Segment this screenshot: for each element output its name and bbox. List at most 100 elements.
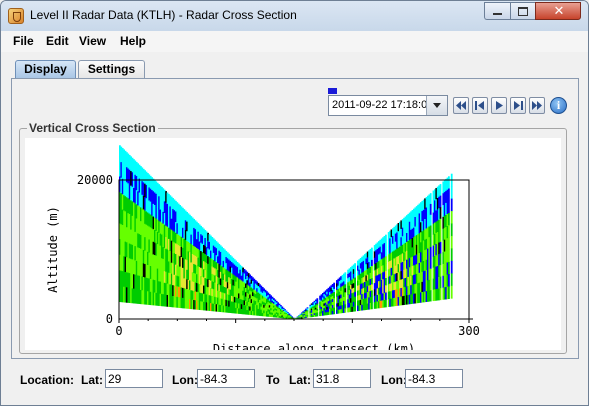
maximize-button[interactable] bbox=[510, 2, 535, 20]
close-icon: ✕ bbox=[553, 4, 565, 19]
echo-cell bbox=[371, 272, 373, 279]
menu-view[interactable]: View bbox=[79, 34, 106, 48]
echo-cell bbox=[385, 234, 387, 243]
play-button[interactable] bbox=[491, 97, 507, 114]
echo-cell bbox=[344, 276, 347, 281]
echo-cell bbox=[354, 291, 356, 298]
echo-cell bbox=[429, 257, 432, 270]
echo-cell bbox=[371, 302, 373, 310]
echo-cell bbox=[448, 274, 450, 287]
echo-cell bbox=[448, 225, 450, 238]
menu-bar: File Edit View Help bbox=[1, 31, 588, 52]
location-row: Location: Lat: Lon: To Lat: Lon: bbox=[1, 367, 588, 391]
time-position-marker[interactable] bbox=[328, 88, 337, 94]
echo-cell bbox=[439, 253, 442, 266]
echo-cell bbox=[344, 292, 347, 297]
step-back-button[interactable] bbox=[472, 97, 488, 114]
echo-cell bbox=[344, 288, 347, 293]
echo-cell bbox=[439, 195, 442, 208]
echo-cell bbox=[448, 249, 450, 263]
to-lon-field[interactable] bbox=[405, 369, 463, 388]
minimize-button[interactable] bbox=[484, 2, 510, 20]
echo-cell bbox=[333, 301, 335, 305]
echo-cell bbox=[354, 263, 356, 269]
cross-section-plot[interactable]: 20000 0 0 300 Distance along transect (k… bbox=[25, 138, 561, 350]
echo-cell bbox=[448, 212, 450, 226]
echo-cell bbox=[316, 314, 319, 317]
echo-cell bbox=[429, 268, 432, 280]
menu-file[interactable]: File bbox=[13, 34, 34, 48]
java-app-icon bbox=[8, 8, 24, 24]
echo-cell bbox=[354, 267, 356, 274]
tab-settings[interactable]: Settings bbox=[78, 60, 145, 78]
cross-section-chart[interactable]: 20000 0 0 300 Distance along transect (k… bbox=[25, 138, 561, 350]
echo-cell bbox=[333, 310, 335, 315]
echo-cell bbox=[450, 223, 453, 237]
echo-cell bbox=[344, 272, 347, 277]
echo-cell bbox=[306, 316, 309, 318]
echo-cell bbox=[371, 265, 373, 273]
echo-cell bbox=[344, 280, 347, 285]
last-frame-button[interactable] bbox=[529, 97, 545, 114]
echo-cell bbox=[333, 292, 335, 296]
echo-cell bbox=[354, 287, 356, 293]
play-icon bbox=[496, 101, 503, 110]
to-lat-label: Lat: bbox=[289, 373, 311, 387]
first-frame-icon bbox=[456, 101, 466, 110]
echo-cell bbox=[448, 188, 450, 202]
echo-cell bbox=[450, 273, 453, 287]
echo-cell bbox=[371, 284, 373, 291]
echo-cell bbox=[448, 286, 450, 300]
menu-help[interactable]: Help bbox=[120, 34, 146, 48]
to-lon-label: Lon: bbox=[381, 373, 407, 387]
x-minor-ticks bbox=[118, 319, 470, 323]
echo-cell bbox=[429, 203, 432, 216]
step-forward-button[interactable] bbox=[510, 97, 526, 114]
echo-cell bbox=[429, 225, 432, 237]
echo-cell bbox=[450, 285, 453, 299]
echo-cell bbox=[450, 260, 453, 274]
chevron-down-icon[interactable] bbox=[426, 96, 447, 115]
close-button[interactable]: ✕ bbox=[535, 2, 581, 20]
echo-cell bbox=[354, 282, 356, 288]
app-window: Level II Radar Data (KTLH) - Radar Cross… bbox=[0, 0, 589, 406]
info-button[interactable]: i bbox=[550, 97, 567, 114]
echo-cell bbox=[439, 265, 442, 277]
echo-cell bbox=[429, 214, 432, 226]
echo-cell bbox=[371, 278, 373, 285]
echo-cell bbox=[333, 282, 335, 287]
echo-cell bbox=[439, 288, 442, 301]
echo-cell bbox=[333, 304, 335, 308]
menu-edit[interactable]: Edit bbox=[46, 34, 69, 48]
echo-cell bbox=[344, 284, 347, 289]
from-lat-field[interactable] bbox=[105, 369, 163, 388]
y-tick-label-top: 20000 bbox=[77, 173, 113, 187]
echo-cell bbox=[448, 200, 450, 214]
title-bar[interactable]: Level II Radar Data (KTLH) - Radar Cross… bbox=[1, 1, 588, 31]
echo-cell bbox=[333, 295, 335, 299]
first-frame-button[interactable] bbox=[453, 97, 469, 114]
echo-cell bbox=[385, 278, 387, 286]
echo-cell bbox=[354, 296, 356, 302]
y-tick-label-bottom: 0 bbox=[106, 312, 113, 326]
echo-cell bbox=[354, 306, 356, 312]
echo-cell bbox=[429, 290, 432, 302]
to-label: To bbox=[266, 373, 280, 387]
echo-cell bbox=[371, 247, 373, 255]
info-icon: i bbox=[556, 98, 561, 112]
echo-cell bbox=[371, 253, 373, 261]
echo-cell bbox=[371, 296, 373, 304]
to-lat-field[interactable] bbox=[313, 369, 371, 388]
echo-cell bbox=[344, 304, 347, 309]
y-axis-label: Altitude (m) bbox=[46, 206, 60, 293]
tab-display[interactable]: Display bbox=[15, 60, 76, 78]
time-selector[interactable]: 2011-09-22 17:18:03Z bbox=[328, 95, 448, 116]
echo-cell bbox=[385, 263, 387, 272]
echo-cell bbox=[354, 272, 356, 278]
echo-cell bbox=[429, 193, 432, 205]
echo-cell bbox=[385, 270, 387, 279]
west-wedge-echo bbox=[119, 145, 295, 320]
echo-cell bbox=[439, 184, 442, 197]
echo-cell bbox=[385, 292, 387, 301]
from-lon-field[interactable] bbox=[197, 369, 255, 388]
